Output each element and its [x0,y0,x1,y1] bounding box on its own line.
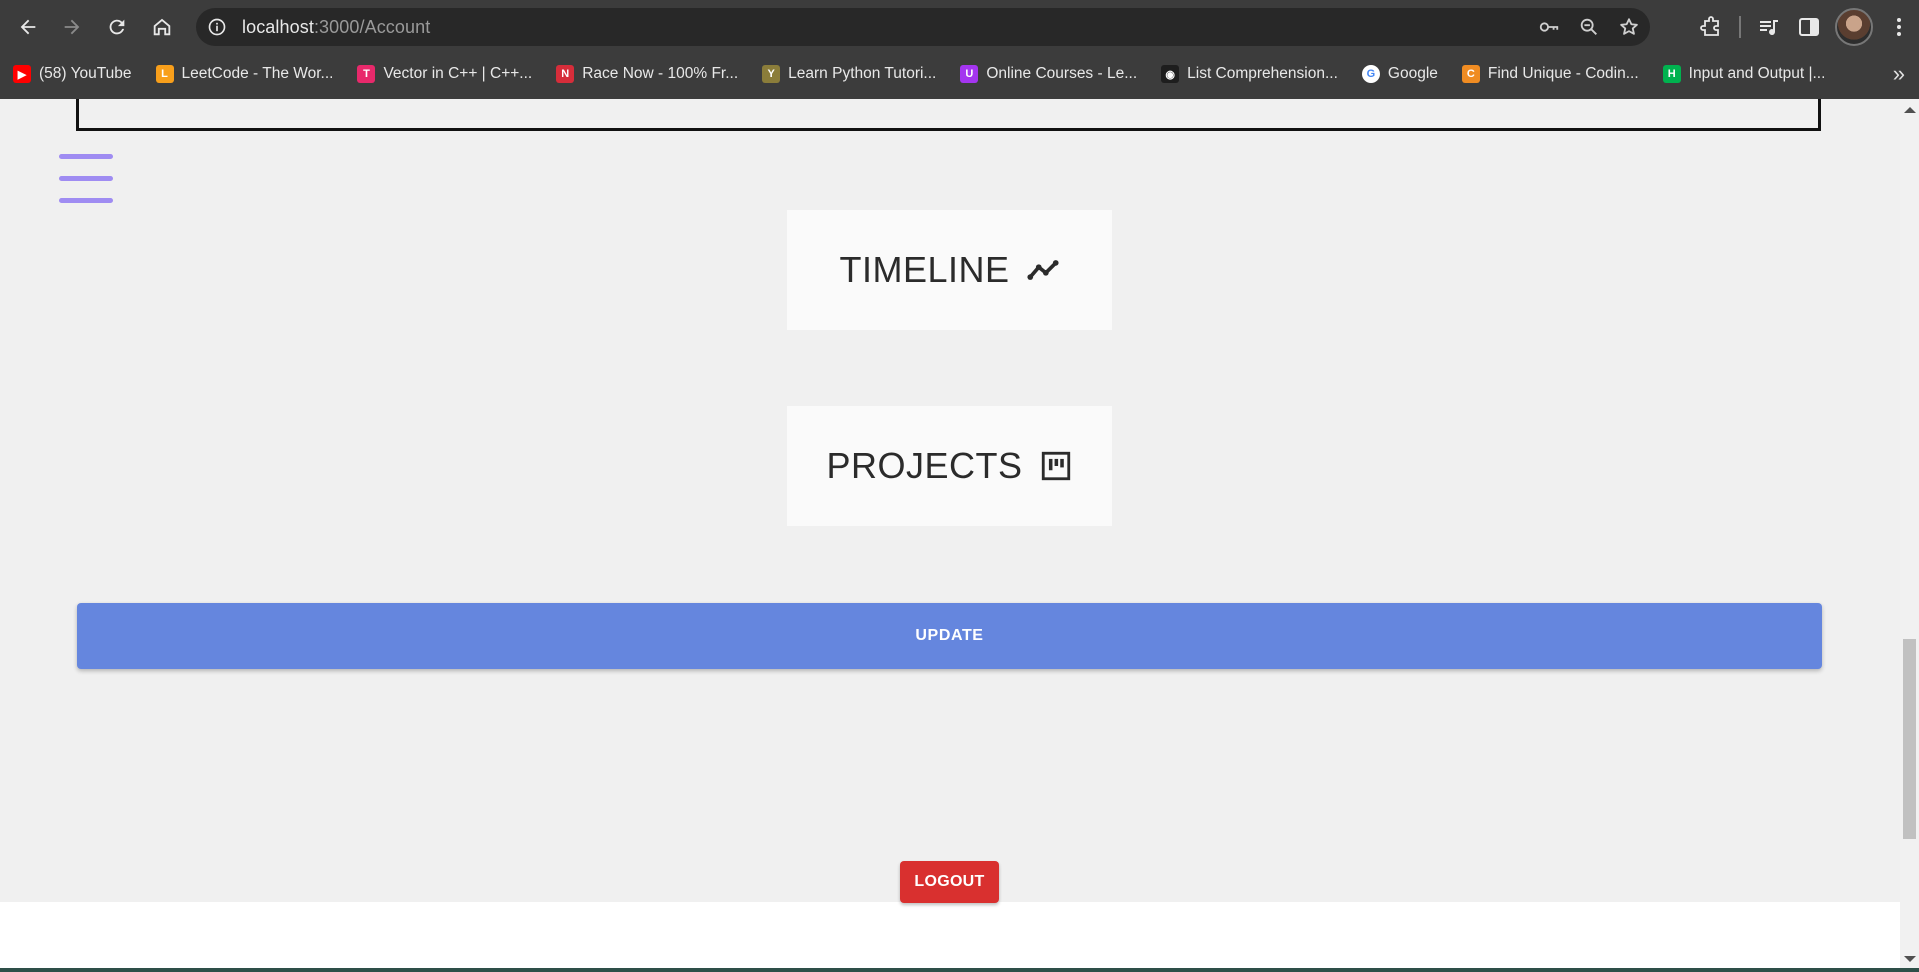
url-text[interactable]: localhost:3000/Account [242,17,430,38]
forward-button[interactable] [56,11,88,43]
browser-toolbar: localhost:3000/Account [0,0,1919,54]
page-footer [0,902,1900,972]
timeline-label: TIMELINE [839,249,1010,290]
bookmark-item[interactable]: T Vector in C++ | C++... [344,58,543,90]
logout-button[interactable]: LOGOUT [900,861,999,903]
page-scrollbar[interactable] [1900,99,1919,972]
list-comprehension-icon: ◉ [1161,65,1180,83]
bookmark-item[interactable]: C Find Unique - Codin... [1449,58,1650,90]
bookmark-item[interactable]: L LeetCode - The Wor... [143,58,345,90]
extensions-icon[interactable] [1691,7,1731,47]
side-panel-icon[interactable] [1789,7,1829,47]
update-label: UPDATE [915,627,984,644]
bookmark-label: (58) YouTube [39,65,132,82]
page-viewport: TIMELINE PROJECTS UPDATE LOGOUT [0,99,1900,972]
bookmark-item[interactable]: G Google [1349,58,1449,90]
projects-card[interactable]: PROJECTS [787,406,1112,526]
python-tutorial-icon: Y [762,65,781,83]
back-arrow-icon [20,19,36,35]
reload-button[interactable] [101,11,133,43]
codingninjas-icon: C [1461,65,1480,83]
site-info-icon[interactable] [206,16,228,38]
bookmark-item[interactable]: H Input and Output |... [1650,58,1837,90]
hamburger-menu-icon[interactable] [59,154,113,204]
toolbar-separator [1739,16,1741,38]
projects-board-icon [1041,451,1070,481]
bookmark-label: Race Now - 100% Fr... [582,65,739,82]
hackerrank-icon: H [1662,65,1681,83]
bookmark-label: Find Unique - Codin... [1487,65,1639,82]
media-control-icon[interactable] [1749,7,1789,47]
bookmark-label: Vector in C++ | C++... [383,65,533,82]
bookmark-label: Google [1387,65,1438,82]
back-button[interactable] [12,11,44,43]
browser-chrome: localhost:3000/Account ▶ (58) YouTube L … [0,0,1919,99]
browser-menu-icon[interactable] [1879,7,1919,47]
bookmark-label: Online Courses - Le... [986,65,1138,82]
youtube-icon: ▶ [13,65,31,83]
content-frame-bottom [76,99,1821,131]
forward-arrow-icon [64,19,80,35]
bookmark-label: List Comprehension... [1187,65,1338,82]
logout-label: LOGOUT [914,873,985,890]
url-host: localhost [242,16,314,37]
reload-icon [109,19,125,35]
bookmark-item[interactable]: ◉ List Comprehension... [1148,58,1349,90]
bookmarks-bar: ▶ (58) YouTube L LeetCode - The Wor... T Vect… [0,56,1919,92]
url-path: :3000/Account [313,16,431,37]
profile-avatar[interactable] [1835,8,1873,46]
timeline-card[interactable]: TIMELINE [787,210,1112,330]
leetcode-icon: L [155,65,174,83]
bookmark-star-icon[interactable] [1616,14,1642,40]
home-icon [153,18,171,36]
udemy-icon: U [960,65,979,83]
bookmark-item[interactable]: Y Learn Python Tutori... [749,58,947,90]
home-button[interactable] [146,11,178,43]
bookmark-item[interactable]: ▶ (58) YouTube [0,58,143,90]
bookmark-label: LeetCode - The Wor... [181,65,334,82]
zoom-icon[interactable] [1576,14,1602,40]
scroll-down-arrow-icon[interactable] [1904,956,1916,962]
bookmark-item[interactable]: N Race Now - 100% Fr... [543,58,749,90]
scroll-up-arrow-icon[interactable] [1904,107,1916,113]
bookmark-item[interactable]: U Online Courses - Le... [947,58,1148,90]
update-button[interactable]: UPDATE [77,603,1822,669]
bookmark-label: Learn Python Tutori... [788,65,937,82]
timeline-icon [1026,260,1059,280]
nitrotype-icon: N [556,65,575,83]
scaler-icon: T [357,65,376,83]
google-icon: G [1361,65,1380,83]
projects-label: PROJECTS [826,445,1023,486]
address-bar[interactable]: localhost:3000/Account [196,8,1650,46]
bookmark-label: Input and Output |... [1688,65,1826,82]
scrollbar-thumb[interactable] [1903,639,1916,839]
bookmarks-overflow-icon[interactable]: » [1893,56,1905,92]
taskbar-edge [0,968,1919,972]
key-icon[interactable] [1536,14,1562,40]
